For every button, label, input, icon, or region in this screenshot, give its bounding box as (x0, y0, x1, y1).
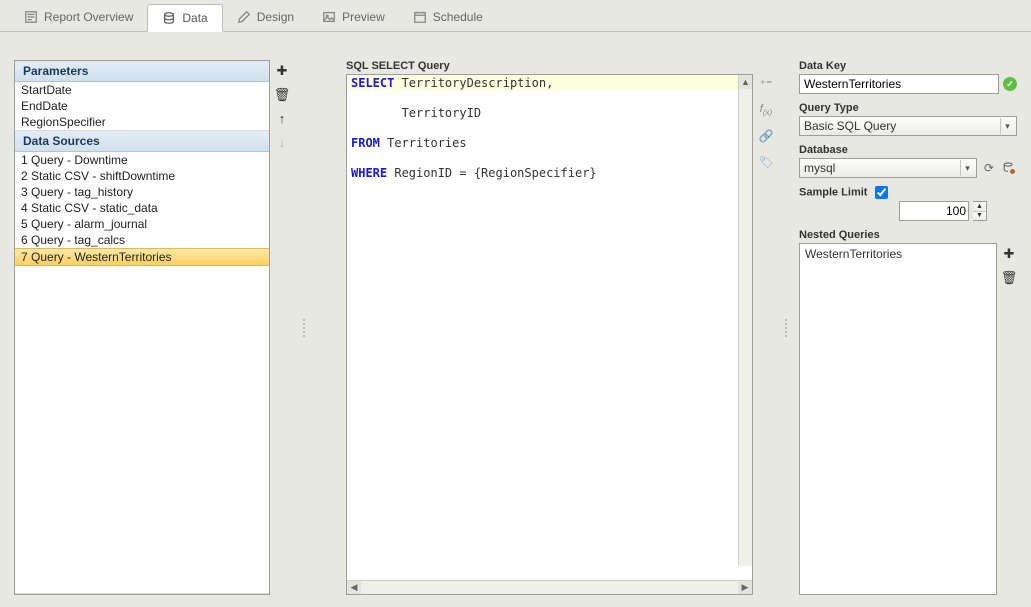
splitter-left[interactable] (300, 60, 308, 595)
arrow-up-icon: ↑ (279, 112, 286, 125)
move-down-button[interactable]: ↓ (274, 134, 290, 150)
delete-button[interactable]: 🗑 (274, 86, 290, 102)
plus-icon: ✚ (1004, 247, 1015, 260)
data-source-item[interactable]: 2 Static CSV - shiftDowntime (15, 168, 269, 184)
sql-keyword: WHERE (351, 166, 387, 180)
tab-data[interactable]: Data (147, 4, 222, 32)
link-button[interactable]: 🔗 (758, 128, 774, 144)
parameters-header: Parameters (15, 61, 269, 82)
expand-icon: ⁺⁼ (760, 77, 773, 91)
fx-icon: f(x) (760, 103, 772, 117)
tab-preview[interactable]: Preview (308, 3, 399, 31)
splitter-right[interactable] (783, 60, 789, 595)
nested-toolbar: ✚ 🗑 (1001, 243, 1017, 595)
data-source-item[interactable]: 5 Query - alarm_journal (15, 216, 269, 232)
spinner-down-icon: ▼ (973, 212, 986, 221)
sql-editor[interactable]: SELECT TerritoryDescription, TerritoryID… (346, 74, 753, 595)
add-button[interactable]: ✚ (274, 62, 290, 78)
pencil-icon (237, 10, 251, 24)
data-source-item[interactable]: 4 Static CSV - static_data (15, 200, 269, 216)
tag-icon: 🏷 (758, 155, 773, 169)
tab-label: Preview (342, 10, 385, 24)
query-type-label: Query Type (799, 102, 1017, 114)
tab-label: Schedule (433, 10, 483, 24)
parameter-item[interactable]: StartDate (15, 82, 269, 98)
nested-add-button[interactable]: ✚ (1001, 245, 1017, 261)
link-icon: 🔗 (759, 129, 774, 143)
database-select[interactable]: mysql ▾ (799, 158, 977, 178)
vertical-scrollbar[interactable]: ▲ (738, 75, 752, 566)
image-icon (322, 10, 336, 24)
validation-ok-icon: ✓ (1003, 77, 1017, 91)
database-icon (162, 11, 176, 25)
sql-text: RegionID = {RegionSpecifier} (387, 166, 597, 180)
tab-design[interactable]: Design (223, 3, 308, 31)
data-sources-header: Data Sources (15, 131, 269, 152)
parameters-list: StartDate EndDate RegionSpecifier (15, 82, 269, 131)
sample-limit-input[interactable] (899, 201, 969, 221)
tab-label: Design (257, 10, 294, 24)
main-area: Parameters StartDate EndDate RegionSpeci… (0, 32, 1031, 607)
sample-limit-spinner[interactable]: ▲ ▼ (973, 201, 987, 221)
query-type-select[interactable]: Basic SQL Query ▾ (799, 116, 1017, 136)
sql-editor-label: SQL SELECT Query (346, 60, 775, 72)
sql-text: TerritoryID (351, 106, 481, 120)
chevron-down-icon: ▾ (1000, 118, 1014, 134)
nested-query-item[interactable]: WesternTerritories (805, 247, 991, 261)
trash-icon: 🗑 (1001, 271, 1018, 284)
horizontal-scrollbar[interactable]: ◀ ▶ (347, 580, 752, 594)
parameter-item[interactable]: EndDate (15, 98, 269, 114)
report-overview-icon (24, 10, 38, 24)
data-key-label: Data Key (799, 60, 1017, 72)
tab-label: Report Overview (44, 10, 133, 24)
tab-report-overview[interactable]: Report Overview (10, 3, 147, 31)
left-column: Parameters StartDate EndDate RegionSpeci… (14, 60, 292, 595)
chevron-down-icon: ▾ (960, 160, 974, 176)
data-source-item[interactable]: 6 Query - tag_calcs (15, 232, 269, 248)
query-type-value: Basic SQL Query (804, 119, 896, 133)
sql-text: TerritoryDescription, (394, 76, 553, 90)
spinner-up-icon: ▲ (973, 202, 986, 212)
refresh-icon: ⟳ (984, 161, 994, 175)
scroll-right-icon: ▶ (738, 581, 752, 594)
left-toolbar: ✚ 🗑 ↑ ↓ (274, 60, 292, 595)
refresh-button[interactable]: ⟳ (981, 160, 997, 176)
middle-column: SQL SELECT Query SELECT TerritoryDescrip… (346, 60, 775, 595)
data-source-item-selected[interactable]: 7 Query - WesternTerritories (15, 248, 269, 266)
function-button[interactable]: f(x) (758, 102, 774, 118)
tab-schedule[interactable]: Schedule (399, 3, 497, 31)
plus-icon: ✚ (277, 64, 288, 77)
sql-text: Territories (380, 136, 467, 150)
calendar-icon (413, 10, 427, 24)
db-settings-button[interactable] (1001, 160, 1017, 176)
arrow-down-icon: ↓ (279, 136, 286, 149)
sql-keyword: SELECT (351, 76, 394, 90)
sql-toolbar: ⁺⁼ f(x) 🔗 🏷 (757, 74, 775, 595)
sql-keyword: FROM (351, 136, 380, 150)
sample-limit-label: Sample Limit (799, 186, 1017, 199)
data-source-item[interactable]: 3 Query - tag_history (15, 184, 269, 200)
nested-queries-label: Nested Queries (799, 229, 1017, 241)
data-source-item[interactable]: 1 Query - Downtime (15, 152, 269, 168)
move-up-button[interactable]: ↑ (274, 110, 290, 126)
nested-delete-button[interactable]: 🗑 (1001, 269, 1017, 285)
data-sources-list: 1 Query - Downtime 2 Static CSV - shiftD… (15, 152, 269, 594)
nested-queries-list[interactable]: WesternTerritories (799, 243, 997, 595)
database-gear-icon (1002, 161, 1016, 175)
left-panel: Parameters StartDate EndDate RegionSpeci… (14, 60, 270, 595)
data-key-input[interactable] (799, 74, 999, 94)
tag-button[interactable]: 🏷 (758, 154, 774, 170)
tab-bar: Report Overview Data Design Preview Sche… (0, 0, 1031, 32)
parameter-item[interactable]: RegionSpecifier (15, 114, 269, 130)
expand-button[interactable]: ⁺⁼ (758, 76, 774, 92)
right-column: Data Key ✓ Query Type Basic SQL Query ▾ … (799, 60, 1017, 595)
tab-label: Data (182, 11, 207, 25)
database-label: Database (799, 144, 1017, 156)
scroll-up-icon: ▲ (739, 75, 752, 89)
database-value: mysql (804, 161, 835, 175)
sample-limit-checkbox[interactable] (875, 186, 888, 199)
scroll-left-icon: ◀ (347, 581, 361, 594)
trash-icon: 🗑 (274, 88, 291, 101)
